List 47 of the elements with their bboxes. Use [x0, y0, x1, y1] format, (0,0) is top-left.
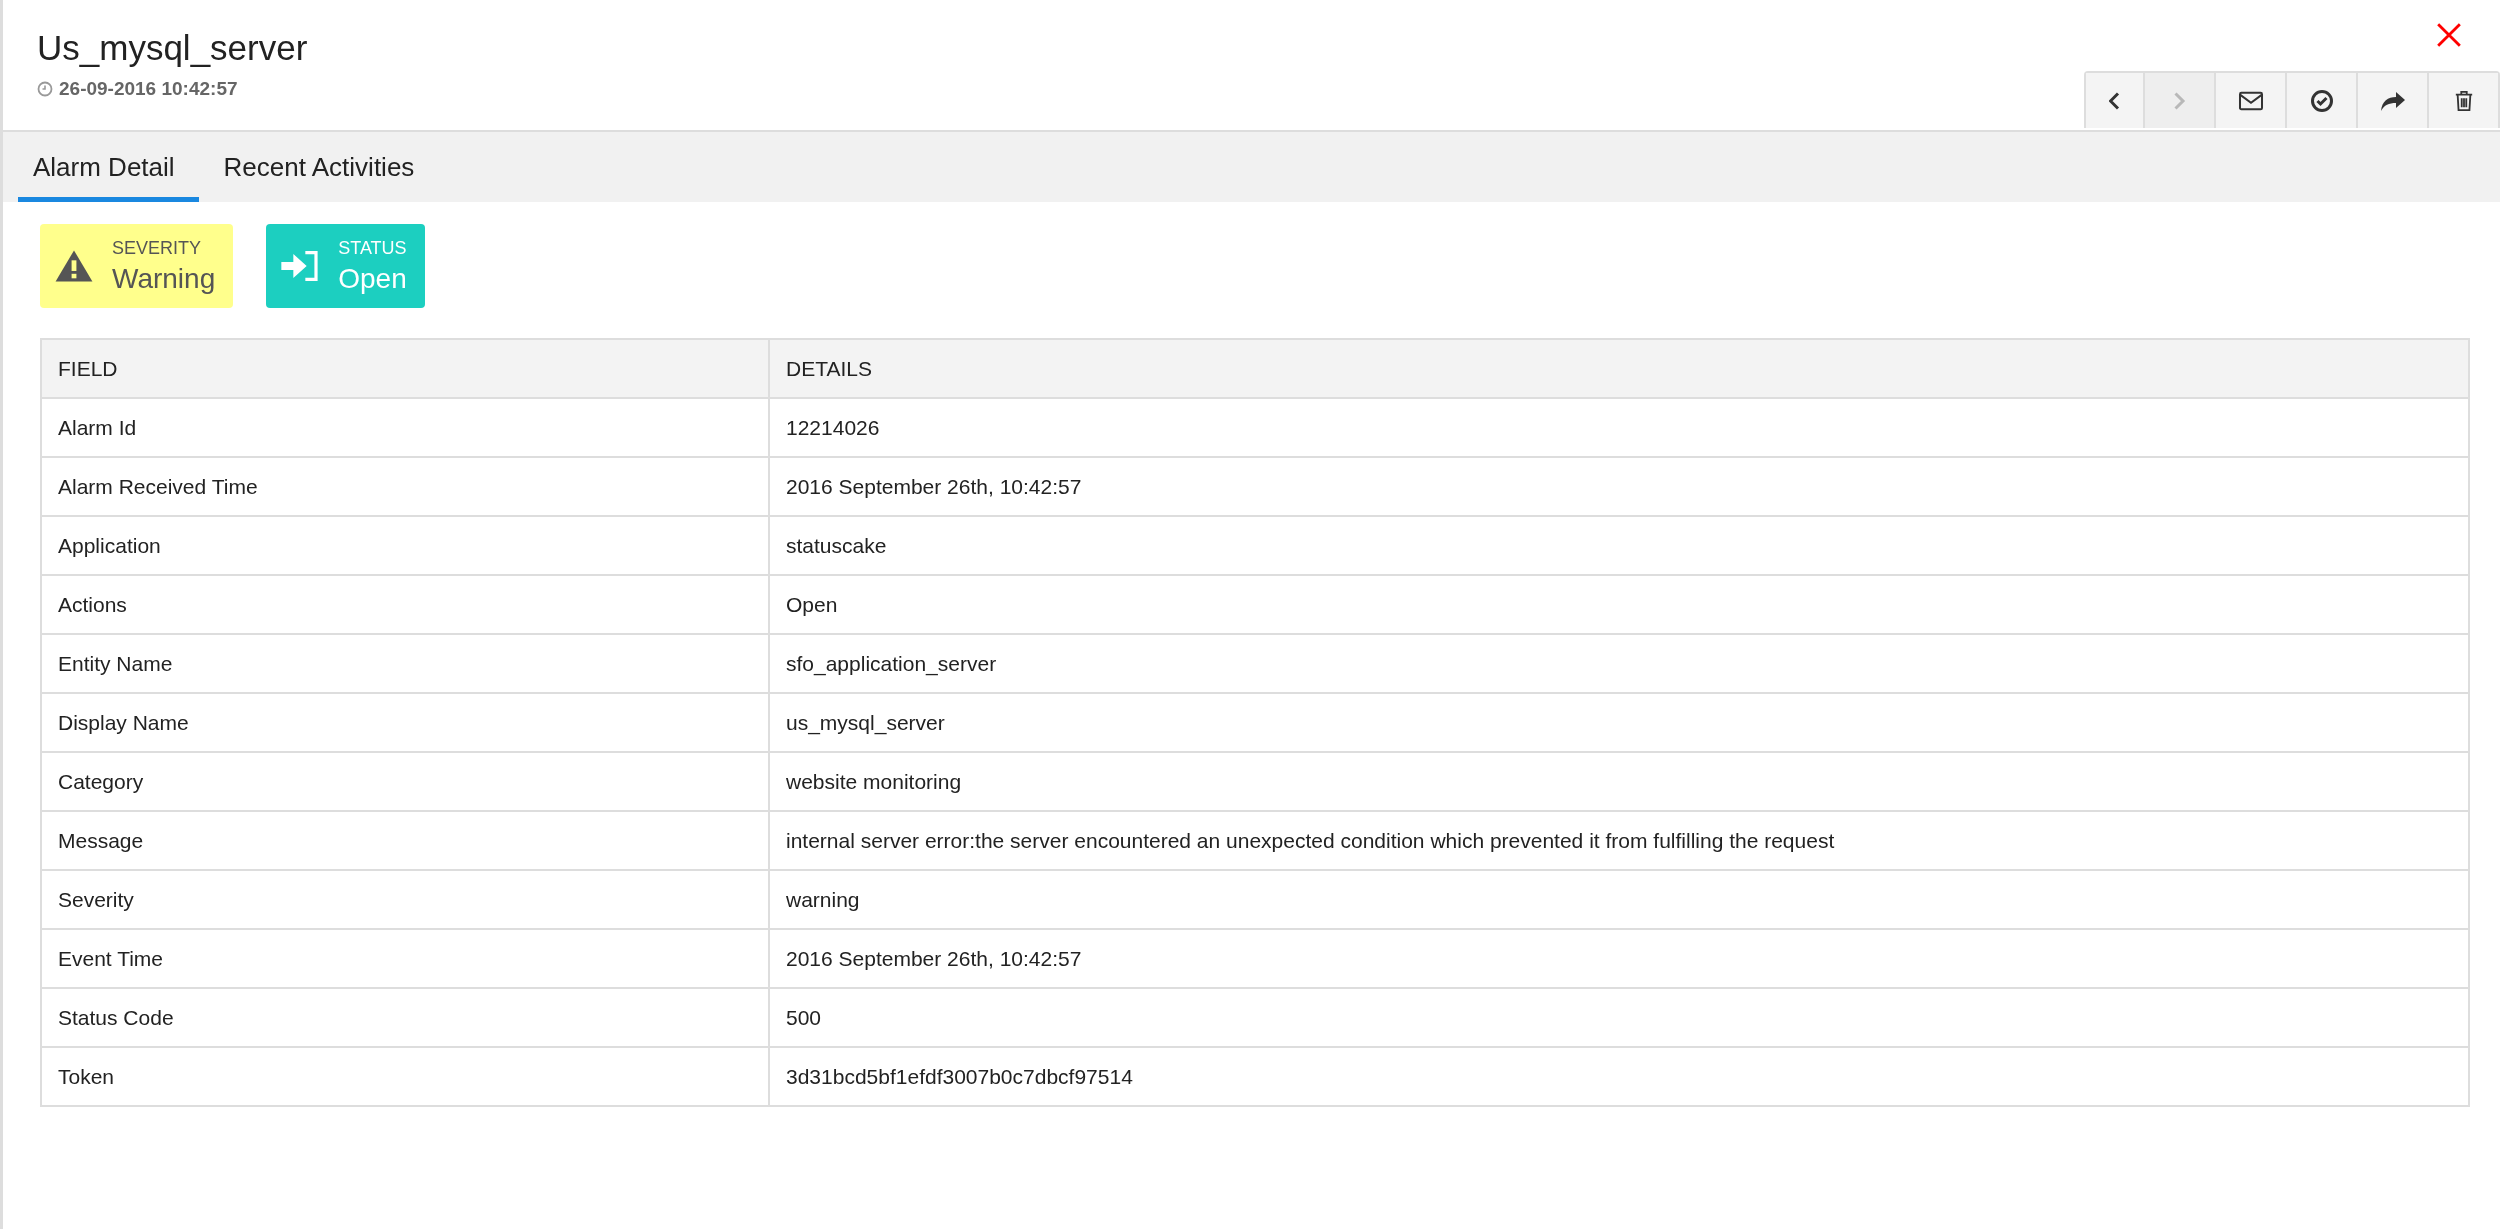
tab[interactable]: Alarm Detail	[18, 132, 199, 202]
table-cell: Status Code	[41, 988, 769, 1047]
timestamp: 26-09-2016 10:42:57	[59, 78, 238, 100]
table-cell: Display Name	[41, 693, 769, 752]
chevron-left-icon	[2108, 91, 2121, 110]
table-cell: Actions	[41, 575, 769, 634]
table-cell: warning	[769, 870, 2469, 929]
email-button[interactable]	[2214, 73, 2285, 128]
table-cell: 500	[769, 988, 2469, 1047]
table-cell: statuscake	[769, 516, 2469, 575]
table-cell: Event Time	[41, 929, 769, 988]
table-cell: internal server error:the server encountered an unexpected condition which prevented it from fulfilling the request	[769, 811, 2469, 870]
table-cell: 3d31bcd5bf1efdf3007b0c7dbcf97514	[769, 1047, 2469, 1106]
tab[interactable]: Recent Activities	[208, 132, 439, 202]
table-cell: Alarm Received Time	[41, 457, 769, 516]
chevron-right-icon	[2173, 91, 2186, 110]
table-cell: website monitoring	[769, 752, 2469, 811]
delete-button[interactable]	[2427, 73, 2498, 128]
card-label: SEVERITY	[112, 237, 203, 259]
clock-icon	[37, 81, 53, 97]
close-icon[interactable]	[2436, 22, 2462, 48]
window-title: Us_mysql_server	[37, 28, 308, 68]
column-header: DETAILS	[769, 339, 2469, 398]
card-value: Warning	[112, 262, 216, 295]
table-cell: Entity Name	[41, 634, 769, 693]
table-cell: Category	[41, 752, 769, 811]
envelope-icon	[2236, 89, 2265, 112]
table-cell: Alarm Id	[41, 398, 769, 457]
check-circle-icon	[2309, 88, 2334, 113]
table-cell: Open	[769, 575, 2469, 634]
card-value: Open	[338, 262, 407, 295]
table-cell: 2016 September 26th, 10:42:57	[769, 457, 2469, 516]
column-header: FIELD	[41, 339, 769, 398]
acknowledge-button[interactable]	[2285, 73, 2356, 128]
table-cell: Application	[41, 516, 769, 575]
table-cell: Severity	[41, 870, 769, 929]
table-cell: sfo_application_server	[769, 634, 2469, 693]
trash-icon	[2453, 88, 2474, 113]
table-cell: 12214026	[769, 398, 2469, 457]
warning-icon	[54, 249, 94, 283]
sign-in-icon	[280, 250, 321, 282]
card-label: STATUS	[338, 237, 407, 259]
table-cell: Message	[41, 811, 769, 870]
table-cell: Token	[41, 1047, 769, 1106]
forward-button[interactable]	[2356, 73, 2427, 128]
table-cell: us_mysql_server	[769, 693, 2469, 752]
table-cell: 2016 September 26th, 10:42:57	[769, 929, 2469, 988]
